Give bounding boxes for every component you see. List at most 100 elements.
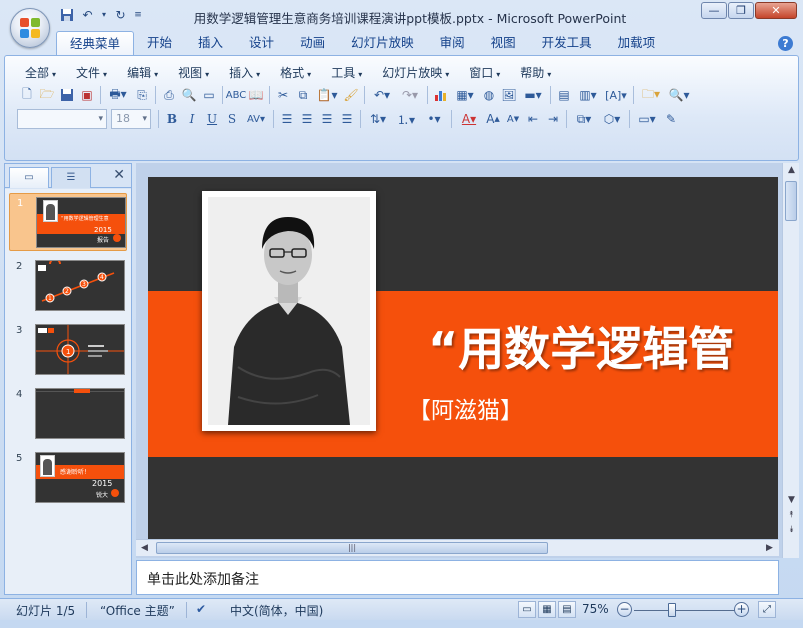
horizontal-scrollbar[interactable]: ◀ ||| ▶ — [136, 539, 779, 556]
shape-fill-icon[interactable]: ▭▾ — [633, 109, 661, 129]
next-slide-icon[interactable]: ⯯ — [783, 525, 800, 535]
slide-view-icon[interactable]: ▭ — [199, 85, 219, 105]
chevron-down-icon[interactable]: ▾ — [100, 6, 108, 23]
zoom-level[interactable]: 75% — [582, 602, 609, 616]
textbox-icon[interactable]: [A]▾ — [602, 85, 630, 105]
restore-icon[interactable]: ❐ — [728, 2, 754, 19]
new-slide-icon[interactable]: ▤ — [554, 85, 574, 105]
vertical-scrollbar[interactable]: ▲ ▼ ⯭ ⯯ — [782, 163, 799, 558]
scrollbar-thumb[interactable] — [785, 181, 797, 221]
normal-view-icon[interactable]: ▭ — [518, 601, 536, 618]
print-preview-icon[interactable]: 🖶▾ — [104, 85, 132, 105]
shapes-icon[interactable]: ⬡▾ — [598, 109, 626, 129]
shrink-font-icon[interactable]: A ▼ — [503, 109, 523, 129]
research-icon[interactable]: 📖 — [246, 85, 266, 105]
arrange-icon[interactable]: ⧉▾ — [570, 109, 598, 129]
redo-icon[interactable]: ↻ — [112, 6, 129, 23]
bold-icon[interactable]: B — [162, 109, 182, 129]
permission-icon[interactable]: ▣ — [77, 85, 97, 105]
save-icon[interactable] — [58, 6, 75, 23]
office-button[interactable] — [10, 8, 50, 48]
tab-insert[interactable]: 插入 — [185, 31, 236, 55]
tab-view[interactable]: 视图 — [478, 31, 529, 55]
shadow-icon[interactable]: S — [222, 109, 242, 129]
zoom-slider-handle[interactable] — [668, 603, 676, 617]
increase-indent-icon[interactable]: ⇥ — [543, 109, 563, 129]
slide-title[interactable]: “用数学逻辑管 — [428, 313, 734, 379]
slide-thumbnail-5[interactable]: 5 感谢聆听！ 2015 锐大 — [9, 449, 127, 507]
tab-review[interactable]: 审阅 — [427, 31, 478, 55]
slide-thumbnail-3[interactable]: 3 1 — [9, 321, 127, 379]
presenter-photo[interactable] — [202, 191, 376, 431]
layout-icon[interactable]: ▥▾ — [574, 85, 602, 105]
menu-insert[interactable]: 插入 ▾ — [219, 64, 270, 82]
chart-icon[interactable] — [431, 85, 451, 105]
color-grayscale-icon[interactable]: ▬▾ — [519, 85, 547, 105]
theme-name[interactable]: “Office 主题” — [100, 602, 175, 619]
new-document-icon[interactable]: 🗋 — [17, 85, 37, 105]
bullets-icon[interactable]: •▾ — [420, 109, 448, 129]
menu-tools[interactable]: 工具 ▾ — [321, 64, 372, 82]
align-center-icon[interactable]: ☰ — [297, 109, 317, 129]
copy-icon[interactable]: ⧉ — [293, 85, 313, 105]
menu-view[interactable]: 视图 ▾ — [168, 64, 219, 82]
preview-icon[interactable]: 🔍 — [179, 85, 199, 105]
underline-icon[interactable]: U — [202, 109, 222, 129]
picture-icon[interactable]: 🖼 — [499, 85, 519, 105]
close-panel-icon[interactable]: ✕ — [113, 167, 125, 183]
menu-slideshow[interactable]: 幻灯片放映 ▾ — [372, 64, 459, 82]
help-icon[interactable]: ? — [778, 36, 793, 51]
publish-icon[interactable]: ⎘ — [132, 85, 152, 105]
save-icon[interactable] — [57, 85, 77, 105]
slide-thumbnail-1[interactable]: 1 “用数学逻辑管理生意 2015 报告 — [9, 193, 127, 251]
decrease-indent-icon[interactable]: ⇤ — [523, 109, 543, 129]
notes-pane[interactable]: 单击此处添加备注 — [136, 560, 779, 595]
previous-slide-icon[interactable]: ⯭ — [783, 510, 800, 520]
slide-thumbnail-4[interactable]: 4 — [9, 385, 127, 443]
tab-addins[interactable]: 加载项 — [605, 31, 669, 55]
slide-subtitle[interactable]: 【阿滋猫】 — [408, 391, 523, 425]
table-icon[interactable]: ▦▾ — [451, 85, 479, 105]
open-folder-icon[interactable]: 🗁 — [37, 85, 57, 105]
zoom-in-icon[interactable]: + — [734, 602, 749, 617]
current-slide[interactable]: “用数学逻辑管 【阿滋猫】 — [148, 177, 778, 539]
text-direction-icon[interactable]: ⇅▾ — [364, 109, 392, 129]
scroll-up-icon[interactable]: ▲ — [783, 165, 800, 175]
tab-slideshow[interactable]: 幻灯片放映 — [338, 31, 427, 55]
print-icon[interactable]: ⎙ — [159, 85, 179, 105]
customize-icon[interactable]: ≡ — [133, 6, 143, 23]
font-size-select[interactable]: 18 — [111, 109, 151, 129]
justify-icon[interactable]: ☰ — [337, 109, 357, 129]
align-left-icon[interactable]: ☰ — [277, 109, 297, 129]
scroll-right-icon[interactable]: ▶ — [766, 540, 773, 557]
fit-to-window-icon[interactable]: ⤢ — [758, 601, 776, 618]
zoom-slider[interactable] — [634, 610, 740, 611]
character-spacing-icon[interactable]: AV▾ — [242, 109, 270, 129]
tab-developer[interactable]: 开发工具 — [529, 31, 605, 55]
font-name-select[interactable] — [17, 109, 107, 129]
menu-edit[interactable]: 编辑 ▾ — [117, 64, 168, 82]
slide-sorter-icon[interactable]: ▦ — [538, 601, 556, 618]
cut-icon[interactable]: ✂ — [273, 85, 293, 105]
tab-slides[interactable]: ▭ — [9, 167, 49, 188]
shape-outline-icon[interactable]: ✎ — [661, 109, 681, 129]
tab-animations[interactable]: 动画 — [287, 31, 338, 55]
grow-font-icon[interactable]: A ▲ — [483, 109, 503, 129]
menu-help[interactable]: 帮助 ▾ — [510, 64, 561, 82]
menu-file[interactable]: 文件 ▾ — [66, 64, 117, 82]
scroll-down-icon[interactable]: ▼ — [783, 495, 800, 505]
tab-classic-menu[interactable]: 经典菜单 — [56, 31, 135, 55]
tab-outline[interactable]: ☰ — [51, 167, 91, 188]
menu-all[interactable]: 全部 ▾ — [15, 64, 66, 82]
redo-icon[interactable]: ↷▾ — [396, 85, 424, 105]
slide-thumbnail-2[interactable]: 2 1 2 3 4 — [9, 257, 127, 315]
menu-window[interactable]: 窗口 ▾ — [459, 64, 510, 82]
spelling-icon[interactable]: ABC — [226, 85, 247, 105]
menu-format[interactable]: 格式 ▾ — [270, 64, 321, 82]
close-icon[interactable]: ✕ — [755, 2, 797, 19]
align-right-icon[interactable]: ☰ — [317, 109, 337, 129]
spelling-check-icon[interactable]: ✔ — [196, 602, 206, 616]
slideshow-view-icon[interactable]: ▤ — [558, 601, 576, 618]
tab-design[interactable]: 设计 — [236, 31, 287, 55]
undo-icon[interactable]: ↶▾ — [368, 85, 396, 105]
